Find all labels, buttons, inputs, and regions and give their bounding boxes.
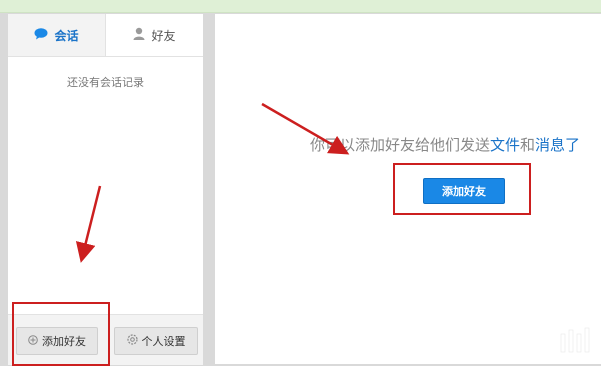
arrow-to-main-button [261, 102, 350, 155]
watermark-logo [555, 320, 599, 360]
annotation-arrows [75, 102, 350, 263]
arrow-to-sidebar-button [75, 185, 102, 263]
